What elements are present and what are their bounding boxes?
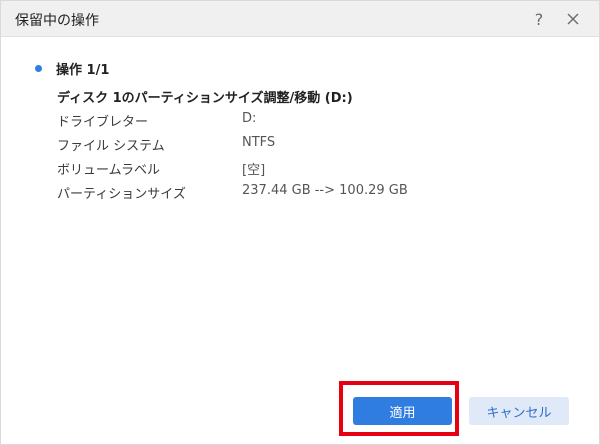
title-bar: 保留中の操作 ? [1, 1, 599, 37]
detail-value-volume-label: [空] [242, 163, 266, 178]
operations-content: 操作 1/1 ディスク 1のパーティションサイズ調整/移動 (D:) ドライブレ… [1, 37, 599, 444]
detail-value-drive-letter: D: [242, 111, 257, 126]
operation-description: ディスク 1のパーティションサイズ調整/移動 (D:) [57, 91, 353, 106]
operation-title: 操作 1/1 [56, 63, 110, 78]
pending-operations-dialog: 保留中の操作 ? 操作 1/1 ディスク 1のパーティションサイズ調整/移動 (… [0, 0, 600, 445]
detail-value-partition-size: 237.44 GB --> 100.29 GB [242, 183, 408, 198]
detail-label-volume-label: ボリュームラベル [57, 163, 160, 178]
apply-button[interactable]: 適用 [353, 397, 452, 425]
detail-label-partition-size: パーティションサイズ [57, 187, 186, 202]
cancel-button[interactable]: キャンセル [469, 397, 569, 425]
operation-header: 操作 1/1 [35, 59, 109, 78]
detail-value-file-system: NTFS [242, 135, 276, 150]
close-icon[interactable] [561, 7, 585, 31]
help-icon[interactable]: ? [527, 7, 551, 31]
detail-label-drive-letter: ドライブレター [57, 115, 149, 130]
window-title: 保留中の操作 [15, 13, 99, 29]
bullet-dot-icon [35, 65, 42, 72]
detail-label-file-system: ファイル システム [57, 139, 165, 154]
